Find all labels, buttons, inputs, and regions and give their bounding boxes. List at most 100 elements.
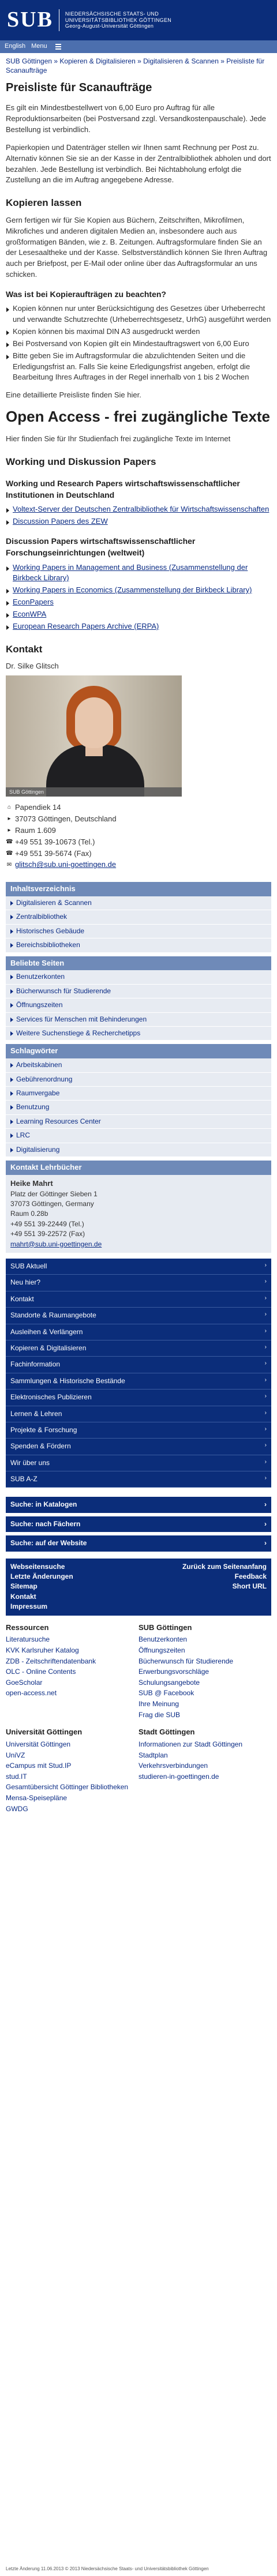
keyword-item[interactable]: Digitalisierung <box>6 1143 271 1157</box>
footer-link[interactable]: Informationen zur Stadt Göttingen <box>138 1740 242 1748</box>
footer-link[interactable]: Gesamtübersicht Göttinger Bibliotheken <box>6 1783 128 1791</box>
nav-item[interactable]: SUB A-Z › <box>6 1471 271 1488</box>
city-column: Stadt Göttingen Informationen zur Stadt … <box>138 1727 271 1814</box>
section-title: Open Access - frei zugängliche Texte <box>6 408 271 426</box>
chevron-right-icon: › <box>264 1409 267 1416</box>
main-content: Preisliste für Scanaufträge Es gilt ein … <box>0 81 277 870</box>
logo-line: UNIVERSITÄTSBIBLIOTHEK GÖTTINGEN <box>65 17 172 23</box>
language-link[interactable]: English <box>5 42 25 51</box>
keyword-item[interactable]: Arbeitskabinen <box>6 1058 271 1073</box>
footer-link[interactable]: Benutzerkonten <box>138 1635 187 1643</box>
short-url-link[interactable]: Short URL <box>182 1582 267 1591</box>
section-heading: Was ist bei Kopieraufträgen zu beachten? <box>6 289 166 299</box>
logo[interactable]: SUB <box>7 4 53 36</box>
footer-link[interactable]: Literatursuche <box>6 1635 50 1643</box>
phone-icon: ☎ <box>6 838 13 845</box>
nav-item[interactable]: Ausleihen & Verlängern › <box>6 1324 271 1340</box>
popular-item[interactable]: Weitere Suchenstiege & Recherchetipps <box>6 1027 271 1041</box>
footer-link[interactable]: KVK Karlsruher Katalog <box>6 1646 79 1654</box>
footer-link[interactable]: Erwerbungsvorschläge <box>138 1668 209 1676</box>
keyword-item[interactable]: Gebührenordnung <box>6 1073 271 1087</box>
footer-link[interactable]: Bücherwunsch für Studierende <box>138 1657 233 1665</box>
contact-room: ▸ Raum 1.609 <box>6 825 271 836</box>
footer-link[interactable]: GWDG <box>6 1805 28 1813</box>
contact-details: ⌂ Papendiek 14 ▸ 37073 Göttingen, Deutschl… <box>6 802 271 870</box>
chevron-right-icon: › <box>264 1278 267 1285</box>
back-to-top-link[interactable]: Zurück zum Seitenanfang <box>182 1562 267 1572</box>
nav-item[interactable]: Projekte & Forschung › <box>6 1422 271 1439</box>
toc-item[interactable]: Bereichsbibliotheken <box>6 938 271 953</box>
keyword-item[interactable]: Raumvergabe <box>6 1087 271 1101</box>
nav-item[interactable]: Wir über uns › <box>6 1455 271 1472</box>
nav-item[interactable]: Spenden & Fördern › <box>6 1439 271 1455</box>
feedback-link[interactable]: Feedback <box>182 1572 267 1582</box>
nav-item[interactable]: Neu hier? › <box>6 1275 271 1291</box>
chevron-right-icon: › <box>264 1360 267 1367</box>
popular-item[interactable]: Benutzerkonten <box>6 970 271 985</box>
breadcrumb[interactable]: SUB Göttingen » Kopieren & Digitalisiere… <box>0 53 277 77</box>
keyword-item[interactable]: LRC <box>6 1129 271 1143</box>
nav-item[interactable]: SUB Aktuell › <box>6 1259 271 1275</box>
link[interactable]: Discussion Papers des ZEW <box>13 517 108 525</box>
footer-link[interactable]: open-access.net <box>6 1689 57 1697</box>
chevron-right-icon: › <box>264 1294 267 1301</box>
contact-line: 37073 Göttingen, Germany <box>10 1200 94 1208</box>
popular-item[interactable]: Öffnungszeiten <box>6 998 271 1013</box>
nav-item[interactable]: Kopieren & Digitalisieren › <box>6 1340 271 1357</box>
footer-link[interactable]: Schulungsangebote <box>138 1678 200 1687</box>
link[interactable]: Working Papers in Economics (Zusammenste… <box>13 585 252 594</box>
toc-item[interactable]: Digitalisieren & Scannen <box>6 896 271 911</box>
search-subjects[interactable]: Suche: nach Fächern › <box>6 1512 271 1533</box>
toc-item[interactable]: Zentralbibliothek <box>6 910 271 925</box>
nav-item[interactable]: Fachinformation › <box>6 1357 271 1373</box>
nav-item[interactable]: Sammlungen & Historische Bestände › <box>6 1373 271 1390</box>
email-link[interactable]: glitsch@sub.uni-goettingen.de <box>15 859 116 870</box>
contact-line: Raum 0.28b <box>10 1210 48 1218</box>
portrait-caption: SUB Göttingen <box>6 787 182 797</box>
footer-link[interactable]: Frag die SUB <box>138 1711 180 1719</box>
email-link[interactable]: mahrt@sub.uni-goettingen.de <box>10 1240 102 1248</box>
nav-item[interactable]: Elektronisches Publizieren › <box>6 1390 271 1406</box>
footer-link[interactable]: Letzte Änderungen <box>10 1572 73 1582</box>
footer-link[interactable]: Universität Göttingen <box>6 1740 70 1748</box>
footer-link[interactable]: eCampus mit Stud.IP <box>6 1762 71 1770</box>
link[interactable]: EconWPA <box>13 610 46 618</box>
paragraph: Eine detaillierte Preisliste finden Sie … <box>6 390 141 400</box>
keyword-item[interactable]: Benutzung <box>6 1101 271 1115</box>
footer-link[interactable]: Kontakt <box>10 1592 73 1602</box>
footer-link[interactable]: Webseitensuche <box>10 1562 73 1572</box>
nav-item[interactable]: Lernen & Lehren › <box>6 1406 271 1422</box>
popular-item[interactable]: Bücherwunsch für Studierende <box>6 985 271 999</box>
search-catalog[interactable]: Suche: in Katalogen › <box>6 1493 271 1513</box>
popular-item[interactable]: Services für Menschen mit Behinderungen <box>6 1013 271 1027</box>
footer-link[interactable]: OLC - Online Contents <box>6 1668 76 1676</box>
toc-item[interactable]: Historisches Gebäude <box>6 925 271 939</box>
menu-button[interactable]: Menu <box>31 42 67 51</box>
link[interactable]: Working Papers in Management and Busines… <box>13 563 248 583</box>
link[interactable]: European Research Papers Archive (ERPA) <box>13 622 159 630</box>
link[interactable]: Voltext-Server der Deutschen Zentralbibl… <box>13 505 269 513</box>
footer-link[interactable]: ZDB - Zeitschriftendatenbank <box>6 1657 96 1665</box>
nav-item[interactable]: Kontakt › <box>6 1291 271 1308</box>
nav-item[interactable]: Standorte & Raumangebote › <box>6 1308 271 1324</box>
link[interactable]: EconPapers <box>13 598 54 606</box>
footer-link[interactable]: Verkehrsverbindungen <box>138 1762 208 1770</box>
footer-link[interactable]: SUB @ Facebook <box>138 1689 194 1697</box>
footer-link[interactable]: Mensa-Speisepläne <box>6 1794 67 1802</box>
footer-link[interactable]: Ihre Meinung <box>138 1700 179 1708</box>
footer-link[interactable]: GoeScholar <box>6 1678 42 1687</box>
paragraph: Gern fertigen wir für Sie Kopien aus Büc… <box>6 215 268 279</box>
footer-link[interactable]: studieren-in-goettingen.de <box>138 1773 219 1781</box>
search-website[interactable]: Suche: auf der Website › <box>6 1532 271 1552</box>
footer-link[interactable]: UniVZ <box>6 1751 25 1759</box>
footer-link[interactable]: Stadtplan <box>138 1751 168 1759</box>
footer-link[interactable]: Öffnungszeiten <box>138 1646 185 1654</box>
section-heading: Kopieren lassen <box>6 197 82 209</box>
box-title: Schlagwörter <box>6 1044 271 1059</box>
notes-list: Kopien können nur unter Berücksichtigung… <box>6 303 271 383</box>
keyword-item[interactable]: Learning Resources Center <box>6 1115 271 1129</box>
footer-link[interactable]: Impressum <box>10 1602 73 1612</box>
footer-link[interactable]: stud.IT <box>6 1773 27 1781</box>
footer-link[interactable]: Sitemap <box>10 1582 73 1591</box>
contact-portrait: SUB Göttingen <box>6 675 182 797</box>
